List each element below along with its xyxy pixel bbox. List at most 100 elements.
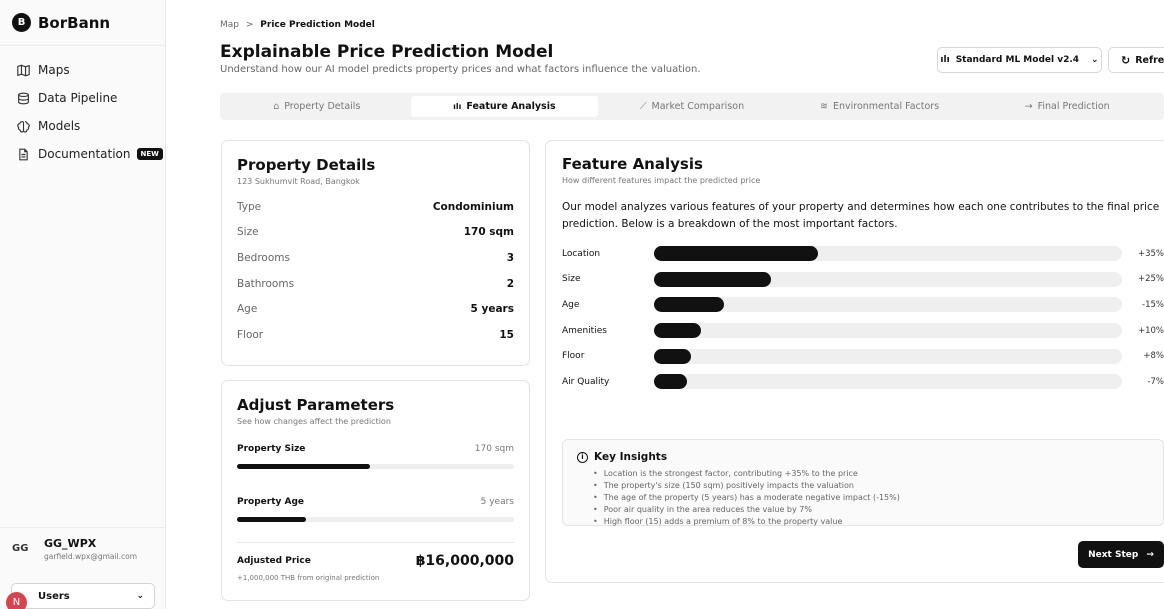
insight-item: Location is the strongest factor, contri… (593, 467, 1149, 479)
key-insights-header: i Key Insights (577, 451, 1149, 463)
breadcrumb-root[interactable]: Map (220, 20, 239, 30)
attr-value: 15 (499, 328, 514, 341)
user-name: GG_WPX (44, 536, 97, 550)
database-icon (18, 92, 29, 104)
tab-environmental-factors[interactable]: ≋ Environmental Factors (786, 96, 974, 117)
tab-label: Market Comparison (651, 101, 745, 112)
attr-value: 170 sqm (463, 226, 514, 239)
page-title: Explainable Price Prediction Model (220, 42, 554, 62)
arrow-right-icon: → (1024, 101, 1033, 112)
key-insights-panel: i Key Insights Location is the strongest… (562, 439, 1164, 526)
feature-name: Amenities (562, 325, 607, 336)
next-step-button[interactable]: Next Step → (1078, 541, 1164, 568)
tab-final-prediction[interactable]: → Final Prediction (973, 96, 1161, 117)
sidebar: B BorBann Maps Data Pipeline Models Docu… (0, 0, 166, 609)
breadcrumb: Map > Price Prediction Model (220, 20, 375, 30)
next-dev-avatar[interactable]: N (6, 592, 27, 609)
brain-icon (17, 120, 30, 133)
refresh-label: Refresh (1135, 54, 1164, 66)
breadcrumb-separator: > (245, 20, 254, 30)
property-details-card: Property Details 123 Sukhumvit Road, Ban… (221, 140, 530, 366)
feature-value: +10% (1137, 325, 1164, 336)
param-property-age: Property Age 5 years (237, 497, 514, 507)
chevron-down-icon: ⌄ (136, 591, 144, 601)
sidebar-item-maps[interactable]: Maps (0, 56, 165, 84)
card-subtitle: See how changes affect the prediction (237, 417, 391, 426)
insight-item: High floor (15) adds a premium of 8% to … (593, 515, 1149, 527)
feature-name: Floor (562, 351, 585, 362)
model-select-value: Standard ML Model v2.4 (955, 55, 1080, 65)
feature-row: Air Quality -7% (562, 369, 1164, 395)
feature-value: +25% (1137, 274, 1164, 285)
users-switcher-label: Users (38, 590, 70, 602)
insights-list: Location is the strongest factor, contri… (577, 467, 1149, 527)
refresh-icon: ↻ (1121, 53, 1131, 67)
attr-label: Type (237, 200, 262, 213)
refresh-button[interactable]: ↻ Refresh (1108, 47, 1164, 73)
sidebar-item-documentation[interactable]: Documentation NEW (0, 140, 165, 168)
param-property-size: Property Size 170 sqm (237, 444, 514, 454)
property-attributes: Type Condominium Size 170 sqm Bedrooms 3 Ba… (237, 194, 514, 348)
feature-name: Size (562, 274, 581, 285)
param-label: Property Size (237, 444, 306, 454)
user-profile[interactable]: GG GG_WPX garfield.wpx@gmail.com (0, 527, 166, 569)
bar-chart-icon: ılı (940, 55, 950, 65)
feature-bar-track (654, 246, 1122, 262)
attr-value: 3 (506, 251, 514, 264)
chevron-down-icon: ⌄ (1091, 55, 1099, 65)
wind-icon: ≋ (820, 101, 828, 112)
insight-item: The age of the property (5 years) has a … (593, 491, 1149, 503)
feature-bar-track (654, 297, 1122, 313)
adjusted-price-note: +1,000,000 THB from original prediction (237, 574, 380, 582)
attr-label: Bedrooms (237, 251, 290, 264)
param-label: Property Age (237, 497, 305, 507)
attr-label: Bathrooms (237, 277, 295, 290)
next-step-label: Next Step (1088, 549, 1139, 560)
tab-property-details[interactable]: ⌂ Property Details (223, 96, 411, 117)
card-subtitle: How different features impact the predic… (562, 176, 761, 185)
sidebar-item-models[interactable]: Models (0, 112, 165, 140)
card-title: Adjust Parameters (237, 396, 395, 414)
attr-label: Size (237, 226, 259, 239)
user-info: GG_WPX garfield.wpx@gmail.com (44, 537, 137, 561)
breadcrumb-current: Price Prediction Model (260, 20, 375, 30)
tab-label: Environmental Factors (832, 101, 940, 112)
sidebar-item-data-pipeline[interactable]: Data Pipeline (0, 84, 165, 112)
user-email: garfield.wpx@gmail.com (44, 551, 138, 561)
users-switcher[interactable]: Users ⌄ (11, 583, 155, 609)
adjust-parameters-card: Adjust Parameters See how changes affect… (221, 380, 530, 601)
card-title: Feature Analysis (562, 155, 703, 173)
feature-bar-track (654, 374, 1122, 390)
model-select[interactable]: ılı Standard ML Model v2.4 ⌄ (937, 47, 1102, 73)
feature-row: Location +35% (562, 241, 1164, 267)
tab-label: Final Prediction (1037, 101, 1110, 112)
bar-chart-icon: ılı (453, 102, 462, 111)
tab-market-comparison[interactable]: ⟋ Market Comparison (598, 96, 786, 117)
property-address: 123 Sukhumvit Road, Bangkok (237, 177, 360, 186)
feature-value: +35% (1137, 248, 1164, 259)
line-chart-icon: ⟋ (639, 101, 647, 112)
adjusted-price-value: ฿16,000,000 (415, 553, 514, 569)
tab-feature-analysis[interactable]: ılı Feature Analysis (410, 96, 599, 117)
insight-item: Poor air quality in the area reduces the… (593, 503, 1149, 515)
slider-fill (237, 517, 307, 522)
brand[interactable]: B BorBann (0, 0, 165, 46)
adjusted-price-row: Adjusted Price ฿16,000,000 (237, 553, 514, 569)
property-size-slider[interactable] (237, 464, 514, 469)
new-badge: NEW (136, 148, 163, 160)
property-age-slider[interactable] (237, 517, 514, 522)
sidebar-item-label: Maps (38, 63, 70, 77)
feature-analysis-card: Feature Analysis How different features … (545, 140, 1164, 583)
feature-row: Size +25% (562, 267, 1164, 293)
key-insights-title: Key Insights (594, 451, 668, 463)
sidebar-item-label: Models (38, 119, 81, 133)
info-icon: i (577, 451, 588, 463)
attr-value: 5 years (470, 303, 514, 316)
attr-value: 2 (506, 277, 514, 290)
sidebar-item-label: Documentation (38, 147, 131, 161)
analysis-description: Our model analyzes various features of y… (562, 201, 1160, 230)
feature-name: Location (562, 248, 601, 259)
property-row-age: Age 5 years (237, 296, 514, 322)
tab-label: Property Details (284, 101, 361, 112)
param-value: 5 years (480, 497, 514, 507)
